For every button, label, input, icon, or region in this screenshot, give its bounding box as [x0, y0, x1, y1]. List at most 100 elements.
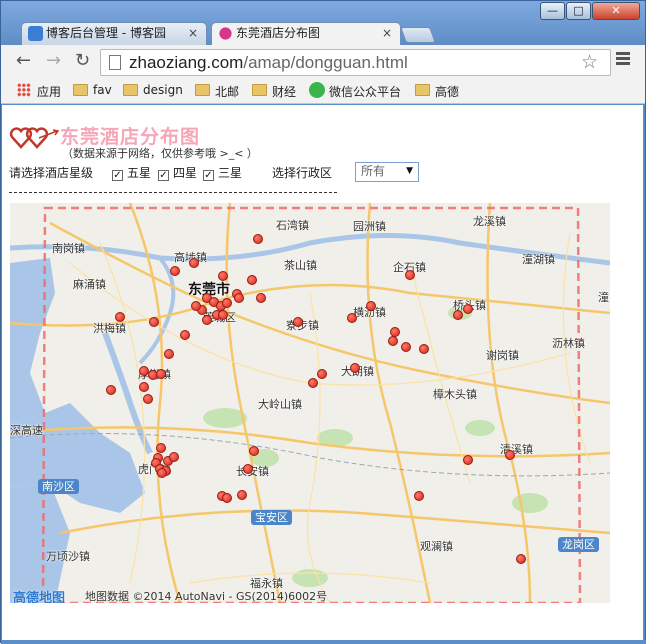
hotel-marker[interactable]: [222, 298, 232, 308]
hotel-marker[interactable]: [419, 344, 429, 354]
hotel-map[interactable]: 石湾镇 园洲镇 龙溪镇 南岗镇 高埗镇 茶山镇 企石镇 潼湖镇 麻涌镇 东莞市 …: [10, 203, 610, 603]
bookmark-wechat[interactable]: 微信公众平台: [309, 82, 401, 100]
map-label: 深高速: [10, 424, 43, 437]
tab-close-icon[interactable]: ×: [382, 23, 392, 44]
hotel-marker[interactable]: [463, 455, 473, 465]
address-bar[interactable]: zhaoziang.com/amap/dongguan.html ☆: [100, 49, 611, 76]
checkbox-icon[interactable]: ✓: [203, 170, 214, 181]
hotel-marker[interactable]: [293, 317, 303, 327]
hotel-marker[interactable]: [106, 385, 116, 395]
hotel-marker[interactable]: [401, 342, 411, 352]
hotel-marker[interactable]: [308, 378, 318, 388]
folder-icon: [123, 84, 138, 96]
minimize-button[interactable]: —: [540, 2, 565, 20]
hotel-marker[interactable]: [202, 315, 212, 325]
hotel-marker[interactable]: [180, 330, 190, 340]
hotel-marker[interactable]: [453, 310, 463, 320]
hotel-marker[interactable]: [143, 394, 153, 404]
hotel-marker[interactable]: [218, 271, 228, 281]
five-star-checkbox[interactable]: ✓ 五星: [112, 164, 151, 181]
data-source-note: （数据来源于网络，仅供参考哦 >_< ）: [62, 147, 258, 160]
hotel-marker[interactable]: [164, 349, 174, 359]
hotel-marker[interactable]: [170, 266, 180, 276]
hotel-marker[interactable]: [366, 301, 376, 311]
map-label: 大岭山镇: [258, 398, 302, 411]
tab-close-icon[interactable]: ×: [188, 23, 198, 44]
tab-blog-admin[interactable]: 博客后台管理 - 博客园 ×: [21, 22, 207, 45]
hotel-marker[interactable]: [243, 464, 253, 474]
map-label: 谢岗镇: [486, 349, 519, 362]
map-label: 潼: [598, 291, 609, 304]
hotel-marker[interactable]: [347, 313, 357, 323]
amap-logo[interactable]: 高德地图: [13, 587, 65, 603]
bookmark-design[interactable]: design: [123, 83, 183, 97]
hotel-marker[interactable]: [463, 304, 473, 314]
map-label: 南岗镇: [52, 242, 85, 255]
hotel-marker[interactable]: [189, 258, 199, 268]
folder-icon: [73, 84, 88, 96]
bookmark-star-icon[interactable]: ☆: [581, 51, 598, 73]
checkbox-icon[interactable]: ✓: [158, 170, 169, 181]
wechat-icon: [309, 82, 325, 98]
hotel-marker[interactable]: [234, 293, 244, 303]
menu-icon[interactable]: [616, 52, 630, 67]
bookmark-apps[interactable]: 应用: [17, 83, 61, 100]
four-star-checkbox[interactable]: ✓ 四星: [158, 164, 197, 181]
tab-hotel-map[interactable]: 东莞酒店分布图 ×: [211, 22, 401, 46]
map-label: 樟木头镇: [433, 388, 477, 401]
maximize-button[interactable]: □: [566, 2, 591, 20]
hotel-marker[interactable]: [156, 443, 166, 453]
bookmark-caijing[interactable]: 财经: [252, 83, 296, 100]
checkbox-icon[interactable]: ✓: [112, 170, 123, 181]
three-star-checkbox[interactable]: ✓ 三星: [203, 164, 242, 181]
district-filter-label: 选择行政区: [272, 166, 333, 180]
tab-title: 博客后台管理 - 博客园: [46, 26, 166, 40]
window-bottom-border: [1, 640, 646, 644]
dropdown-arrow-icon: ▼: [406, 166, 413, 176]
map-label: 麻涌镇: [73, 278, 106, 291]
map-label: 龙溪镇: [473, 215, 506, 228]
hotel-marker[interactable]: [405, 270, 415, 280]
apps-icon: [17, 83, 31, 97]
hotel-marker[interactable]: [505, 450, 515, 460]
hotel-marker[interactable]: [516, 554, 526, 564]
hotel-marker[interactable]: [350, 363, 360, 373]
hotel-marker[interactable]: [247, 275, 257, 285]
hotel-marker[interactable]: [256, 293, 266, 303]
district-badge: 宝安区: [251, 510, 292, 525]
bookmark-fav[interactable]: fav: [73, 83, 112, 97]
district-select[interactable]: 所有 ▼: [355, 162, 419, 182]
new-tab-button[interactable]: [400, 27, 436, 43]
hotel-marker[interactable]: [253, 234, 263, 244]
map-copyright: 地图数据 ©2014 AutoNavi - GS(2014)6002号: [85, 590, 328, 603]
folder-icon: [415, 84, 430, 96]
cnblogs-icon: [28, 26, 43, 41]
district-badge: 龙岗区: [558, 537, 599, 552]
hotel-marker[interactable]: [191, 301, 201, 311]
page-content: 东莞酒店分布图 （数据来源于网络，仅供参考哦 >_< ） 请选择酒店星级 ✓ 五星…: [2, 105, 643, 640]
dashed-divider: [9, 192, 337, 193]
hotel-marker[interactable]: [249, 446, 259, 456]
hotel-marker[interactable]: [115, 312, 125, 322]
back-icon[interactable]: ←: [16, 51, 31, 71]
hotel-marker[interactable]: [149, 317, 159, 327]
map-label: 沥林镇: [552, 337, 585, 350]
hotel-marker[interactable]: [157, 468, 167, 478]
district-badge: 南沙区: [38, 479, 79, 494]
hotel-marker[interactable]: [169, 452, 179, 462]
hotel-marker[interactable]: [317, 369, 327, 379]
map-label: 潼湖镇: [522, 253, 555, 266]
hotel-marker[interactable]: [222, 493, 232, 503]
hotel-marker[interactable]: [388, 336, 398, 346]
hotel-marker[interactable]: [237, 490, 247, 500]
forward-icon[interactable]: →: [46, 51, 61, 71]
bookmark-gaode[interactable]: 高德: [415, 83, 459, 100]
hotel-marker[interactable]: [156, 369, 166, 379]
hotel-marker[interactable]: [414, 491, 424, 501]
bookmark-beiyou[interactable]: 北邮: [195, 83, 239, 100]
hotel-marker[interactable]: [218, 310, 228, 320]
title-bar: — □ ✕ 博客后台管理 - 博客园 × 东莞酒店分布图 ×: [1, 1, 645, 46]
reload-icon[interactable]: ↻: [75, 51, 90, 71]
close-button[interactable]: ✕: [592, 2, 640, 20]
hotel-marker[interactable]: [139, 382, 149, 392]
